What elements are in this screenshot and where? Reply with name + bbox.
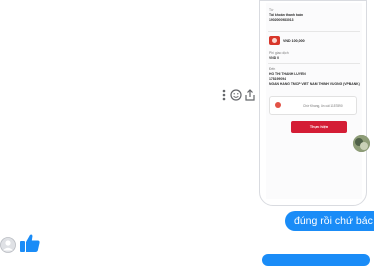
divider	[268, 63, 360, 64]
divider	[268, 31, 360, 32]
message-bubble-partial[interactable]	[262, 254, 370, 266]
receipt-image-message[interactable]: Từ Tài khoản thanh toán 1902000983013 VN…	[259, 0, 367, 206]
transfer-message-text: Chờ Khang, ủn cái 1157890	[303, 104, 343, 108]
seen-avatar	[353, 135, 370, 152]
avatar	[0, 237, 16, 253]
fee-value: VND 0	[269, 56, 279, 60]
to-label: Đến	[269, 67, 276, 71]
message-bubble[interactable]: đúng rồi chứ bác ?	[285, 211, 374, 231]
transfer-message-box: Chờ Khang, ủn cái 1157890	[269, 96, 357, 115]
amount-value: VND 100,000	[283, 39, 305, 43]
from-label: Từ	[269, 8, 274, 12]
recipient-name: HO THI THANH LUYEN	[269, 72, 306, 76]
react-smiley-icon[interactable]	[229, 88, 243, 102]
amount-coin-icon	[269, 36, 280, 45]
from-account-name: Tài khoản thanh toán	[269, 13, 304, 17]
share-icon[interactable]	[243, 88, 257, 102]
recipient-bank: NGAN HANG TMCP VIET NAM THINH VUONG (VPB…	[269, 82, 360, 86]
receipt-card: Từ Tài khoản thanh toán 1902000983013 VN…	[266, 3, 362, 199]
confirm-button: Thực hiện	[291, 121, 347, 133]
message-icon	[275, 102, 281, 108]
like-icon[interactable]	[19, 233, 41, 253]
from-account-number: 1902000983013	[269, 18, 294, 22]
recipient-account: 178199094	[269, 77, 286, 81]
fee-label: Phí giao dịch	[269, 51, 289, 55]
